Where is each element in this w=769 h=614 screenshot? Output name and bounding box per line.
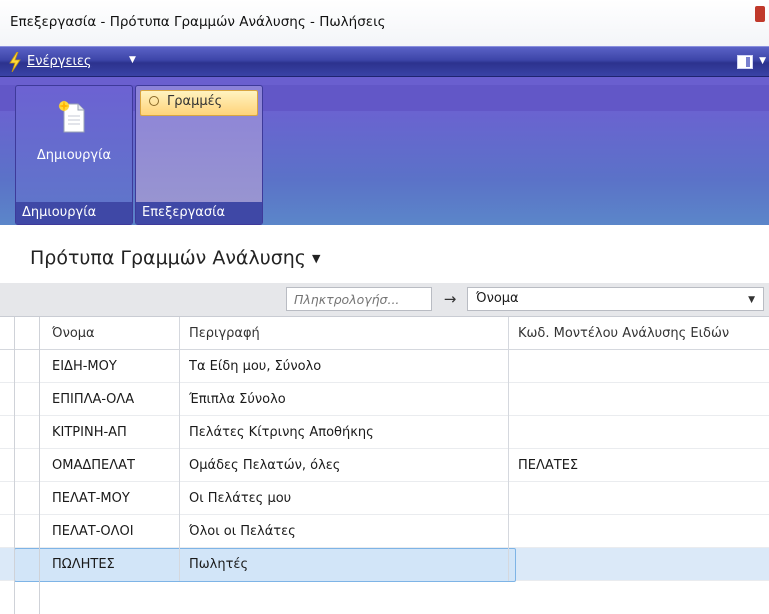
lines-grid: Όνομα Περιγραφή Κωδ. Μοντέλου Ανάλυσης Ε… xyxy=(0,316,769,614)
page-title[interactable]: Πρότυπα Γραμμών Ανάλυσης ▼ xyxy=(30,247,320,269)
cell-description: Όλοι οι Πελάτες xyxy=(189,524,296,539)
cell-name: ΕΙΔΗ-ΜΟΥ xyxy=(52,359,117,374)
grid-header-row: Όνομα Περιγραφή Κωδ. Μοντέλου Ανάλυσης Ε… xyxy=(0,317,769,350)
filter-field-value: Όνομα xyxy=(476,291,519,306)
cell-name: ΠΕΛΑΤ-ΜΟΥ xyxy=(52,491,130,506)
column-header-description[interactable]: Περιγραφή xyxy=(189,317,507,350)
ribbon-group-edit: Γραμμές Επεξεργασία xyxy=(135,85,263,225)
table-row-empty[interactable] xyxy=(0,581,769,614)
filter-field-select[interactable]: Όνομα ▼ xyxy=(467,287,764,311)
cell-model-code: ΠΕΛΑΤΕΣ xyxy=(518,458,579,473)
cell-description: Πωλητές xyxy=(189,557,249,572)
ribbon-group-create: Δημιουργία Δημιουργία xyxy=(15,85,133,225)
cell-description: Έπιπλα Σύνολο xyxy=(189,392,286,407)
cell-description: Τα Είδη μου, Σύνολο xyxy=(189,359,322,374)
cell-name: ΕΠΙΠΛΑ-ΟΛΑ xyxy=(52,392,135,407)
cell-name: ΠΕΛΑΤ-ΟΛΟΙ xyxy=(52,524,134,539)
cell-model-code xyxy=(518,482,769,515)
cell-name: ΟΜΑΔΠΕΛΑΤ xyxy=(52,458,135,473)
chevron-down-icon[interactable]: ▼ xyxy=(748,295,755,305)
lines-button[interactable]: Γραμμές xyxy=(140,90,258,116)
table-row[interactable]: ΚΙΤΡΙΝΗ-ΑΠ Πελάτες Κίτρινης Αποθήκης xyxy=(0,416,769,449)
search-input[interactable] xyxy=(286,287,432,311)
arrow-right-icon[interactable]: → xyxy=(440,288,460,310)
cell-name: ΚΙΤΡΙΝΗ-ΑΠ xyxy=(52,425,127,440)
column-divider xyxy=(179,317,180,581)
create-group-label: Δημιουργία xyxy=(16,202,132,224)
action-bar: Ενέργειες ▼ ▼ xyxy=(0,46,769,77)
radio-icon xyxy=(149,96,159,106)
chevron-down-icon[interactable]: ▼ xyxy=(759,56,766,66)
table-row[interactable]: ΟΜΑΔΠΕΛΑΤ Ομάδες Πελατών, όλες ΠΕΛΑΤΕΣ xyxy=(0,449,769,482)
cell-description: Πελάτες Κίτρινης Αποθήκης xyxy=(189,425,374,440)
actions-menu[interactable]: Ενέργειες xyxy=(27,54,92,69)
ribbon: Δημιουργία Δημιουργία Γραμμές Επεξεργασί… xyxy=(0,77,769,225)
table-row[interactable]: ΕΙΔΗ-ΜΟΥ Τα Είδη μου, Σύνολο xyxy=(0,350,769,383)
window-title: Επεξεργασία - Πρότυπα Γραμμών Ανάλυσης -… xyxy=(10,14,386,30)
lightning-icon xyxy=(9,52,21,72)
new-document-icon xyxy=(58,100,85,133)
cell-description: Οι Πελάτες μου xyxy=(189,491,292,506)
cell-model-code xyxy=(518,383,769,416)
table-row[interactable]: ΠΕΛΑΤ-ΟΛΟΙ Όλοι οι Πελάτες xyxy=(0,515,769,548)
edit-group-label: Επεξεργασία xyxy=(136,202,262,224)
factbox-toggle-icon[interactable] xyxy=(737,55,753,69)
cell-model-code xyxy=(518,548,769,581)
table-row[interactable]: ΕΠΙΠΛΑ-ΟΛΑ Έπιπλα Σύνολο xyxy=(0,383,769,416)
cell-name: ΠΩΛΗΤΕΣ xyxy=(52,557,115,572)
filter-bar: → Όνομα ▼ xyxy=(0,283,769,316)
cell-model-code xyxy=(518,416,769,449)
new-button[interactable]: Δημιουργία xyxy=(20,90,128,200)
table-row-selected[interactable]: ΠΩΛΗΤΕΣ Πωλητές xyxy=(0,548,769,582)
chevron-down-icon[interactable]: ▼ xyxy=(129,55,136,65)
chevron-down-icon[interactable]: ▼ xyxy=(312,252,320,265)
lines-button-label: Γραμμές xyxy=(167,94,223,109)
table-row[interactable]: ΠΕΛΑΤ-ΜΟΥ Οι Πελάτες μου xyxy=(0,482,769,515)
cell-model-code xyxy=(518,515,769,548)
cell-model-code xyxy=(518,350,769,383)
cell-description: Ομάδες Πελατών, όλες xyxy=(189,458,341,473)
new-button-label: Δημιουργία xyxy=(36,148,112,163)
column-header-item-model-code[interactable]: Κωδ. Μοντέλου Ανάλυσης Ειδών xyxy=(518,317,769,350)
title-bar: Επεξεργασία - Πρότυπα Γραμμών Ανάλυσης -… xyxy=(0,0,769,46)
page-title-text: Πρότυπα Γραμμών Ανάλυσης xyxy=(30,247,306,269)
column-divider xyxy=(508,317,509,581)
column-header-name[interactable]: Όνομα xyxy=(52,317,172,350)
close-button[interactable] xyxy=(755,6,765,22)
